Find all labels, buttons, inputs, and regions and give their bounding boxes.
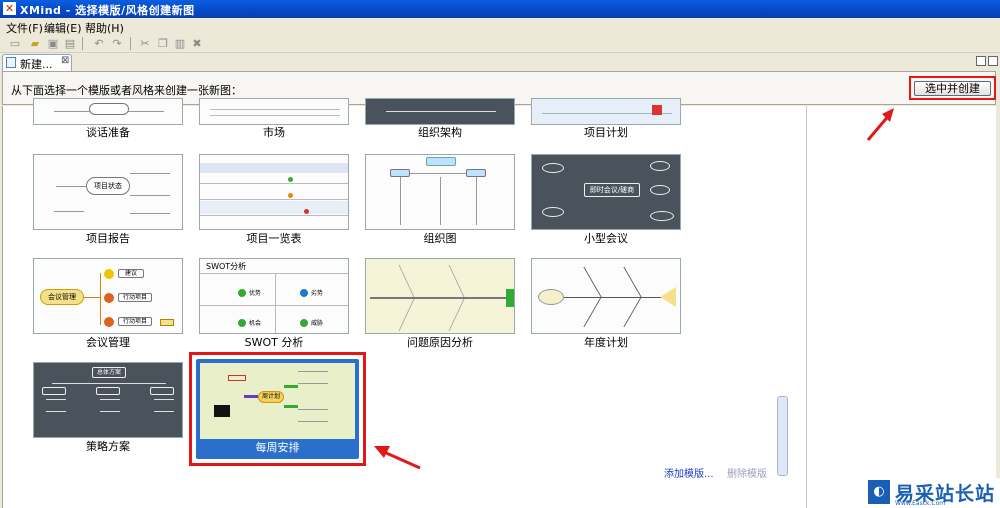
undo-icon[interactable]: ↶: [92, 37, 106, 50]
cut-icon[interactable]: ✂: [138, 37, 152, 50]
close-icon[interactable]: ⊠: [61, 55, 69, 66]
thumb-central-topic: 周计划: [258, 391, 284, 403]
template-thumbnail[interactable]: [365, 154, 515, 230]
template-label[interactable]: 谈话准备: [33, 124, 183, 140]
menu-help[interactable]: 帮助(H): [85, 20, 124, 36]
thumb-central-topic: 即时会议/磋商: [584, 183, 640, 197]
template-label[interactable]: 组织架构: [365, 124, 515, 140]
template-gallery: 谈话准备 市场 组织架构 项目计划 项目状态 项目报告 项目一览表 组织图 即时…: [2, 98, 996, 508]
template-thumbnail[interactable]: [33, 98, 183, 125]
template-label[interactable]: 策略方案: [33, 438, 183, 454]
template-label[interactable]: 项目报告: [33, 230, 183, 246]
template-thumbnail[interactable]: [199, 154, 349, 230]
redo-icon[interactable]: ↷: [110, 37, 124, 50]
template-thumbnail[interactable]: [531, 258, 681, 334]
highlight-outline: 选中并创建: [909, 76, 996, 100]
template-label[interactable]: 组织图: [365, 230, 515, 246]
print-icon[interactable]: ▤: [63, 37, 77, 50]
editor-tab-strip: 新建... ⊠: [0, 53, 1000, 71]
watermark-logo-icon: ◐: [868, 480, 890, 504]
title-bar: ✕ XMind - 选择模版/风格创建新图: [0, 0, 1000, 18]
thumb-text: 劣势: [311, 290, 324, 297]
thumb-topic: 行动项目: [118, 293, 152, 302]
template-label[interactable]: 会议管理: [33, 334, 183, 350]
thumb-text: 优势: [249, 290, 262, 297]
toolbar-separator: [130, 37, 131, 50]
template-thumbnail[interactable]: 即时会议/磋商: [531, 154, 681, 230]
highlight-outline: 周计划 每周安排: [189, 352, 366, 466]
template-thumbnail[interactable]: 周计划: [200, 363, 355, 439]
toolbar: ▭ ▰ ▣ ▤ ↶ ↷ ✂ ❐ ▥ ✖: [0, 35, 1000, 53]
maximize-icon[interactable]: [988, 56, 998, 66]
panel-divider: [806, 106, 807, 508]
watermark-url: Www.Easck.Com: [895, 500, 946, 507]
thumb-topic: 行动项目: [118, 317, 152, 326]
menu-file[interactable]: 文件(F): [6, 20, 43, 36]
template-card-selected[interactable]: 周计划 每周安排: [196, 359, 359, 459]
template-thumbnail[interactable]: 会议管理 建议 行动项目 行动项目: [33, 258, 183, 334]
new-icon[interactable]: ▭: [8, 37, 22, 50]
template-thumbnail[interactable]: [365, 98, 515, 125]
thumb-central-topic: 项目状态: [86, 177, 130, 195]
template-label[interactable]: 小型会议: [531, 230, 681, 246]
template-thumbnail[interactable]: [199, 98, 349, 125]
template-label[interactable]: 年度计划: [531, 334, 681, 350]
tab-label: 新建...: [20, 58, 53, 71]
xmind-logo-icon: ✕: [3, 2, 16, 15]
menu-bar: 文件(F) 编辑(E) 帮助(H): [0, 18, 1000, 35]
toolbar-separator: [82, 37, 83, 50]
template-label-selected[interactable]: 每周安排: [196, 439, 359, 457]
thumb-text: 机会: [249, 320, 262, 327]
template-thumbnail[interactable]: 项目状态: [33, 154, 183, 230]
template-thumbnail[interactable]: SWOT分析 优势 劣势 机会 威胁: [199, 258, 349, 334]
template-thumbnail[interactable]: [531, 98, 681, 125]
delete-icon[interactable]: ✖: [190, 37, 204, 50]
template-label[interactable]: 项目一览表: [199, 230, 349, 246]
thumb-topic: 建议: [118, 269, 144, 278]
paste-icon[interactable]: ▥: [173, 37, 187, 50]
window-title: XMind - 选择模版/风格创建新图: [20, 4, 195, 17]
delete-template-link: 删除模版: [727, 469, 767, 480]
menu-edit[interactable]: 编辑(E): [44, 20, 82, 36]
template-thumbnail[interactable]: 总体方案: [33, 362, 183, 438]
template-label[interactable]: SWOT 分析: [199, 334, 349, 350]
instruction-text: 从下面选择一个模版或者风格来创建一张新图：: [11, 84, 242, 97]
create-selected-button[interactable]: 选中并创建: [914, 81, 991, 96]
template-label[interactable]: 市场: [199, 124, 349, 140]
thumb-text: 威胁: [311, 320, 324, 327]
thumb-central-topic: 会议管理: [40, 289, 84, 305]
save-icon[interactable]: ▣: [46, 37, 60, 50]
scrollbar-thumb[interactable]: [777, 396, 788, 476]
open-icon[interactable]: ▰: [28, 37, 42, 50]
add-template-link[interactable]: 添加模版...: [664, 465, 714, 480]
copy-icon[interactable]: ❐: [156, 37, 170, 50]
thumb-title: SWOT分析: [206, 262, 247, 271]
tab-new[interactable]: 新建... ⊠: [2, 54, 72, 71]
thumb-central-topic: 总体方案: [92, 367, 126, 378]
template-label[interactable]: 项目计划: [531, 124, 681, 140]
template-thumbnail[interactable]: [365, 258, 515, 334]
minimize-icon[interactable]: [976, 56, 986, 66]
watermark: ◐ 易采站长站 Www.Easck.Com: [865, 478, 1000, 508]
template-label[interactable]: 问题原因分析: [365, 334, 515, 350]
document-icon: [6, 57, 16, 68]
